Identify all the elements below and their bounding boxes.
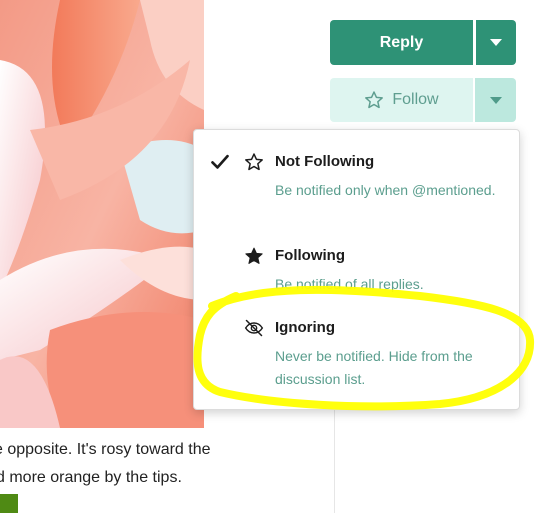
chevron-down-icon: [490, 39, 502, 46]
menu-item-following[interactable]: Following Be notified of all replies.: [194, 246, 519, 302]
chevron-down-icon: [489, 96, 502, 104]
reply-button-group: Reply: [330, 20, 516, 65]
menu-item-description: Be notified of all replies.: [275, 276, 424, 292]
menu-item-not-following[interactable]: Not Following Be notified only when @men…: [194, 152, 519, 230]
post-text-line: e opposite. It's rosy toward the: [0, 441, 211, 458]
reply-options-button[interactable]: [476, 20, 516, 65]
star-outline-icon: [365, 91, 384, 109]
reply-button[interactable]: Reply: [330, 20, 473, 65]
flower-image: [0, 0, 204, 428]
menu-item-title: Not Following: [275, 153, 375, 170]
column-divider: [334, 410, 335, 513]
menu-item-description: Be notified only when @mentioned.: [275, 182, 496, 198]
follow-options-button[interactable]: [475, 78, 516, 122]
menu-item-title: Following: [275, 247, 345, 264]
follow-dropdown-menu: Not Following Be notified only when @men…: [193, 129, 520, 410]
star-filled-icon: [245, 247, 263, 264]
menu-item-ignoring[interactable]: Ignoring Never be notified. Hide from th…: [194, 318, 519, 396]
follow-button-label: Follow: [392, 91, 439, 108]
follow-button-group: Follow: [330, 78, 516, 122]
inline-image-edge: [0, 494, 18, 513]
eye-slash-icon: [244, 319, 264, 337]
post-text-line: d more orange by the tips.: [0, 469, 182, 486]
menu-item-title: Ignoring: [275, 319, 335, 336]
star-outline-icon: [245, 153, 263, 171]
follow-button[interactable]: Follow: [330, 78, 473, 122]
checkmark-icon: [211, 154, 229, 169]
menu-item-description: Never be notified. Hide from the discuss…: [275, 348, 473, 387]
post-body-text: e opposite. It's rosy toward the d more …: [0, 436, 330, 492]
